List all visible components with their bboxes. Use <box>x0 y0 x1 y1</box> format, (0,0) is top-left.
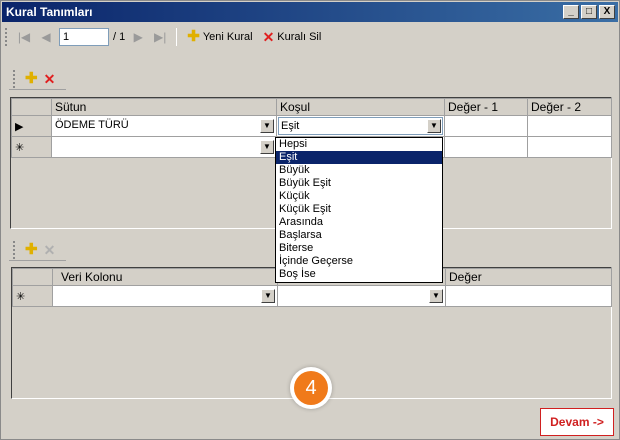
page-number-input[interactable] <box>59 28 109 46</box>
previous-page-icon[interactable]: ◀ <box>37 30 55 44</box>
deger-1-cell[interactable] <box>444 136 528 158</box>
toolbar-separator <box>176 28 178 46</box>
column-header-deger[interactable]: Değer <box>445 268 612 286</box>
deger-2-cell[interactable] <box>527 115 612 137</box>
dropdown-option-arasinda[interactable]: Arasında <box>276 216 442 229</box>
toolbar-grip <box>5 28 9 46</box>
column-header-selector <box>11 98 52 116</box>
delete-row-icon[interactable]: ✕ <box>44 243 56 257</box>
rules-grid-toolbar: ✚ ✕ <box>9 68 66 90</box>
chevron-down-icon[interactable]: ▼ <box>427 119 441 133</box>
add-row-icon[interactable]: ✚ <box>25 71 38 86</box>
window-controls: _ □ X <box>563 5 615 19</box>
column-header-selector <box>12 268 53 286</box>
veri-kolonu-combo[interactable]: ▼ <box>54 287 277 306</box>
toolbar-grip <box>13 240 17 259</box>
continue-button[interactable]: Devam -> <box>540 408 614 436</box>
chevron-down-icon[interactable]: ▼ <box>260 119 274 133</box>
delete-icon: ✕ <box>262 29 275 45</box>
chevron-down-icon[interactable]: ▼ <box>261 289 275 303</box>
navigation-toolbar: |◀ ◀ / 1 ▶ ▶| ✚ Yeni Kural ✕ Kuralı Sil <box>5 25 617 49</box>
deger-cell[interactable] <box>445 285 612 307</box>
column-header-deger-1[interactable]: Değer - 1 <box>444 98 528 116</box>
dropdown-option-kucuk-esit[interactable]: Küçük Eşit <box>276 203 442 216</box>
step-number: 4 <box>294 371 328 405</box>
new-rule-button[interactable]: ✚ Yeni Kural <box>184 28 255 45</box>
delete-rule-button[interactable]: ✕ Kuralı Sil <box>260 30 325 44</box>
dropdown-option-biterse[interactable]: Biterse <box>276 242 442 255</box>
delete-rule-label: Kuralı Sil <box>277 31 322 43</box>
add-row-icon[interactable]: ✚ <box>25 242 38 257</box>
page-total-label: / 1 <box>113 31 126 43</box>
sutun-value: ÖDEME TÜRÜ <box>55 119 129 131</box>
kosul-value: Eşit <box>281 120 300 132</box>
minimize-button[interactable]: _ <box>563 5 579 19</box>
chevron-down-icon[interactable]: ▼ <box>429 289 443 303</box>
dropdown-option-buyuk-esit[interactable]: Büyük Eşit <box>276 177 442 190</box>
new-row-indicator: ✳ <box>12 285 53 307</box>
step-number-badge: 4 <box>290 367 332 409</box>
dropdown-option-baslarsa[interactable]: Başlarsa <box>276 229 442 242</box>
dropdown-option-kucuk[interactable]: Küçük <box>276 190 442 203</box>
new-row[interactable]: ✳ ▼ ▼ <box>12 285 612 307</box>
close-button[interactable]: X <box>599 5 615 19</box>
column-header-deger-2[interactable]: Değer - 2 <box>527 98 612 116</box>
kosul-combo[interactable]: ▼ <box>279 287 445 306</box>
veri-kolonu-cell[interactable]: ▼ <box>52 285 278 307</box>
current-row-indicator: ▶ <box>11 115 52 137</box>
sutun-combo[interactable]: ÖDEME TÜRÜ ▼ <box>53 117 276 136</box>
column-header-sutun[interactable]: Sütun <box>51 98 277 116</box>
condition-dropdown-list[interactable]: Hepsi Eşit Büyük Büyük Eşit Küçük Küçük … <box>275 137 443 283</box>
dropdown-option-icinde-gecerse[interactable]: İçinde Geçerse <box>276 255 442 268</box>
new-row-indicator: ✳ <box>11 136 52 158</box>
table-row[interactable]: ▶ ÖDEME TÜRÜ ▼ Eşit ▼ <box>11 115 612 137</box>
values-grid-toolbar: ✚ ✕ <box>9 239 66 261</box>
rule-definitions-window: Kural Tanımları _ □ X |◀ ◀ / 1 ▶ ▶| ✚ Ye… <box>0 0 620 440</box>
next-page-icon[interactable]: ▶ <box>129 30 147 44</box>
chevron-down-icon[interactable]: ▼ <box>260 140 274 154</box>
deger-2-cell[interactable] <box>527 136 612 158</box>
kosul-combo[interactable]: Eşit ▼ <box>278 117 443 135</box>
dropdown-option-esit[interactable]: Eşit <box>276 151 442 164</box>
last-page-icon[interactable]: ▶| <box>151 30 169 44</box>
delete-row-icon[interactable]: ✕ <box>44 72 56 86</box>
column-header-kosul[interactable]: Koşul <box>276 98 445 116</box>
title-bar: Kural Tanımları _ □ X <box>2 2 618 22</box>
dropdown-option-bos-ise[interactable]: Boş İse <box>276 268 442 281</box>
first-page-icon[interactable]: |◀ <box>15 30 33 44</box>
rules-grid-header: Sütun Koşul Değer - 1 Değer - 2 <box>11 98 612 116</box>
dropdown-option-hepsi[interactable]: Hepsi <box>276 138 442 151</box>
deger-1-cell[interactable] <box>444 115 528 137</box>
plus-icon: ✚ <box>187 28 200 45</box>
toolbar-grip <box>13 69 17 88</box>
dropdown-option-buyuk[interactable]: Büyük <box>276 164 442 177</box>
sutun-cell[interactable]: ▼ <box>51 136 277 158</box>
sutun-combo[interactable]: ▼ <box>53 138 276 157</box>
kosul-cell[interactable]: Eşit ▼ <box>276 115 445 137</box>
sutun-cell[interactable]: ÖDEME TÜRÜ ▼ <box>51 115 277 137</box>
column-header-veri-kolonu[interactable]: Veri Kolonu <box>52 268 278 286</box>
new-rule-label: Yeni Kural <box>202 31 253 43</box>
kosul-cell[interactable]: ▼ <box>277 285 446 307</box>
maximize-button[interactable]: □ <box>581 5 597 19</box>
window-title: Kural Tanımları <box>6 5 93 19</box>
